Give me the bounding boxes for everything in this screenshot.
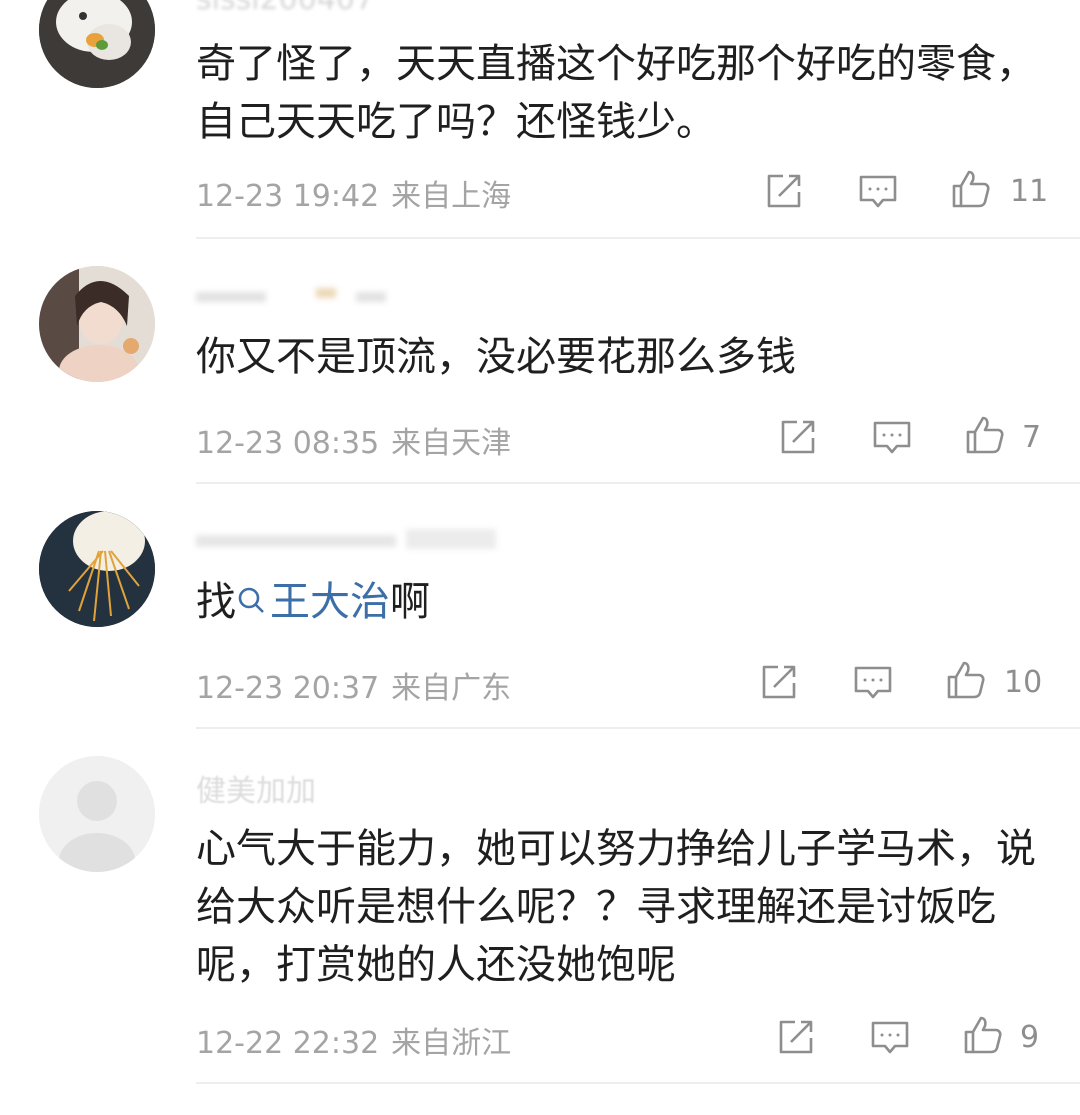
comment-item: sissi200407 奇了怪了，天天直播这个好吃那个好吃的零食，自己天天吃了吗… [0,0,1080,240]
comment-text: 心气大于能力，她可以努力挣给儿子学马术，说给大众听是想什么呢？？寻求理解还是讨饭… [196,826,1036,988]
share-icon[interactable] [777,416,819,458]
comment-text-after: 啊 [390,579,430,625]
comment-meta: 12-23 19:42 来自上海 [196,171,511,215]
comment-text: 奇了怪了，天天直播这个好吃那个好吃的零食，自己天天吃了吗？还怪钱少。 [196,41,1036,145]
avatar[interactable] [39,266,155,382]
search-icon [238,587,264,613]
comment-item: 找王大治啊 12-23 20:37 来自广东 10 [0,485,1080,730]
divider [196,727,1080,729]
comment-icon[interactable] [852,661,894,703]
comment-meta: 12-23 08:35 来自天津 [196,418,511,462]
comment-item: 你又不是顶流，没必要花那么多钱 12-23 08:35 来自天津 7 [0,240,1080,485]
avatar[interactable] [39,756,155,872]
comment-location: 来自天津 [391,426,512,461]
comment-text: 你又不是顶流，没必要花那么多钱 [196,334,796,380]
share-icon[interactable] [758,661,800,703]
thumbs-up-icon[interactable] [950,168,992,210]
comment-text-before: 找 [196,579,236,625]
divider [196,237,1080,239]
comment-icon[interactable] [857,170,899,212]
avatar[interactable] [39,511,155,627]
divider [196,1082,1080,1084]
username[interactable]: 健美加加 [196,766,316,810]
comment-item: 健美加加 心气大于能力，她可以努力挣给儿子学马术，说给大众听是想什么呢？？寻求理… [0,730,1080,1115]
username-blurred [196,288,386,302]
mention-link[interactable]: 王大治 [236,579,390,625]
comment-date: 12-23 20:37 [196,671,380,706]
like-count: 7 [1022,420,1042,455]
divider [196,482,1080,484]
comment-text: 找王大治啊 [196,573,1056,631]
thumbs-up-icon[interactable] [962,1014,1004,1056]
comment-icon[interactable] [869,1016,911,1058]
comment-meta: 12-22 22:32 来自浙江 [196,1018,511,1062]
comment-location: 来自上海 [391,179,512,214]
username-blurred [196,529,496,549]
comment-location: 来自广东 [391,671,512,706]
share-icon[interactable] [763,170,805,212]
comment-date: 12-23 08:35 [196,426,380,461]
like-count: 9 [1020,1020,1040,1055]
share-icon[interactable] [775,1016,817,1058]
username[interactable]: sissi200407 [196,0,374,17]
like-count: 11 [1010,174,1049,209]
like-count: 10 [1004,665,1043,700]
comment-meta: 12-23 20:37 来自广东 [196,663,511,707]
comment-date: 12-22 22:32 [196,1026,380,1061]
thumbs-up-icon[interactable] [964,414,1006,456]
comment-date: 12-23 19:42 [196,179,380,214]
avatar[interactable] [39,0,155,88]
mention-text[interactable]: 王大治 [270,579,390,625]
comment-icon[interactable] [871,416,913,458]
comment-location: 来自浙江 [391,1026,512,1061]
thumbs-up-icon[interactable] [945,659,987,701]
